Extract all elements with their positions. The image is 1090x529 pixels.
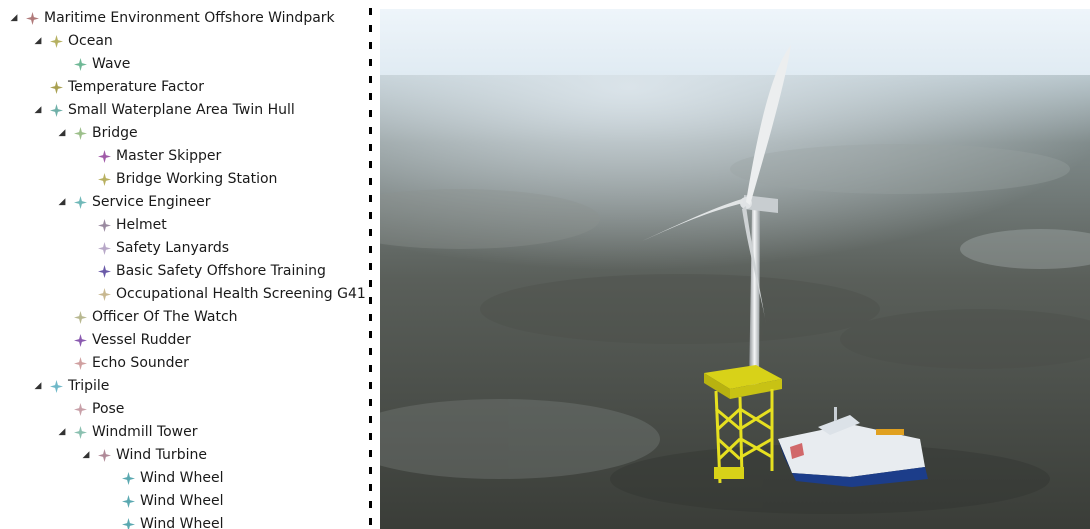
- tree-item-label: Small Waterplane Area Twin Hull: [68, 102, 295, 118]
- node-type-icon: [98, 219, 111, 232]
- collapse-toggle-icon[interactable]: ◢: [56, 191, 68, 214]
- node-type-icon: [98, 242, 111, 255]
- tree-item-label: Wind Turbine: [116, 447, 207, 463]
- collapse-toggle-icon[interactable]: ◢: [32, 375, 44, 398]
- tree-item-label: Wind Wheel: [140, 493, 224, 509]
- node-type-icon: [74, 127, 87, 140]
- scene-view: [380, 9, 1090, 529]
- tree-item-windmill-tower[interactable]: ◢ Windmill Tower: [0, 421, 370, 444]
- tree-item-wind-wheel[interactable]: Wind Wheel: [0, 467, 370, 490]
- tree-item-helmet[interactable]: Helmet: [0, 214, 370, 237]
- tree-item-tripile[interactable]: ◢ Tripile: [0, 375, 370, 398]
- tree-item-label: Pose: [92, 401, 125, 417]
- tree-item-echo-sounder[interactable]: Echo Sounder: [0, 352, 370, 375]
- 3d-viewport[interactable]: [380, 9, 1090, 529]
- node-type-icon: [74, 58, 87, 71]
- node-type-icon: [50, 81, 63, 94]
- node-type-icon: [74, 334, 87, 347]
- collapse-toggle-icon[interactable]: ◢: [56, 122, 68, 145]
- collapse-toggle-icon[interactable]: ◢: [80, 444, 92, 467]
- tree-item-maritime-environment-offshore-windpark[interactable]: ◢ Maritime Environment Offshore Windpark: [0, 7, 370, 30]
- tree-item-temperature-factor[interactable]: Temperature Factor: [0, 76, 370, 99]
- node-type-icon: [98, 173, 111, 186]
- node-type-icon: [98, 288, 111, 301]
- tree-item-bridge-working-station[interactable]: Bridge Working Station: [0, 168, 370, 191]
- tree-item-occupational-health-screening-g41[interactable]: Occupational Health Screening G41: [0, 283, 370, 306]
- tree-item-label: Vessel Rudder: [92, 332, 191, 348]
- tree-item-safety-lanyards[interactable]: Safety Lanyards: [0, 237, 370, 260]
- collapse-toggle-icon[interactable]: ◢: [32, 99, 44, 122]
- tree-item-officer-of-the-watch[interactable]: Officer Of The Watch: [0, 306, 370, 329]
- node-type-icon: [50, 380, 63, 393]
- tree-item-wind-turbine[interactable]: ◢ Wind Turbine: [0, 444, 370, 467]
- tree-item-label: Bridge Working Station: [116, 171, 278, 187]
- node-type-icon: [50, 104, 63, 117]
- node-type-icon: [98, 150, 111, 163]
- sky: [380, 9, 1090, 79]
- tree-item-small-waterplane-area-twin-hull[interactable]: ◢ Small Waterplane Area Twin Hull: [0, 99, 370, 122]
- tree-item-label: Ocean: [68, 33, 113, 49]
- node-type-icon: [74, 311, 87, 324]
- node-type-icon: [122, 495, 135, 508]
- collapse-toggle-icon[interactable]: ◢: [8, 7, 20, 30]
- tree-item-label: Safety Lanyards: [116, 240, 230, 256]
- collapse-toggle-icon[interactable]: ◢: [56, 421, 68, 444]
- tree-item-label: Bridge: [92, 125, 138, 141]
- tree-item-ocean[interactable]: ◢ Ocean: [0, 30, 370, 53]
- tree-item-vessel-rudder[interactable]: Vessel Rudder: [0, 329, 370, 352]
- node-type-icon: [74, 196, 87, 209]
- tree-item-label: Basic Safety Offshore Training: [116, 263, 326, 279]
- node-type-icon: [122, 518, 135, 529]
- tree-item-label: Windmill Tower: [92, 424, 198, 440]
- tree-item-label: Echo Sounder: [92, 355, 189, 371]
- collapse-toggle-icon[interactable]: ◢: [32, 30, 44, 53]
- tree-item-label: Helmet: [116, 217, 167, 233]
- tree-item-label: Temperature Factor: [68, 79, 204, 95]
- tree-item-basic-safety-offshore-training[interactable]: Basic Safety Offshore Training: [0, 260, 370, 283]
- tree-item-wind-wheel[interactable]: Wind Wheel: [0, 513, 370, 529]
- node-type-icon: [74, 426, 87, 439]
- tree-item-wind-wheel[interactable]: Wind Wheel: [0, 490, 370, 513]
- tree-item-label: Tripile: [68, 378, 110, 394]
- tree-item-label: Wind Wheel: [140, 470, 224, 486]
- node-type-icon: [50, 35, 63, 48]
- scene-tree-panel: ◢ Maritime Environment Offshore Windpark ◢…: [0, 0, 370, 529]
- tree-item-service-engineer[interactable]: ◢ Service Engineer: [0, 191, 370, 214]
- node-type-icon: [74, 403, 87, 416]
- node-type-icon: [122, 472, 135, 485]
- node-type-icon: [98, 449, 111, 462]
- tree-item-label: Maritime Environment Offshore Windpark: [44, 10, 335, 26]
- tree-item-wave[interactable]: Wave: [0, 53, 370, 76]
- tree-item-label: Occupational Health Screening G41: [116, 286, 366, 302]
- tree-item-pose[interactable]: Pose: [0, 398, 370, 421]
- node-type-icon: [74, 357, 87, 370]
- tree-item-label: Wave: [92, 56, 131, 72]
- tree-item-bridge[interactable]: ◢ Bridge: [0, 122, 370, 145]
- tree-item-label: Officer Of The Watch: [92, 309, 238, 325]
- tree-item-master-skipper[interactable]: Master Skipper: [0, 145, 370, 168]
- node-type-icon: [26, 12, 39, 25]
- tree-item-label: Service Engineer: [92, 194, 211, 210]
- node-type-icon: [98, 265, 111, 278]
- panel-splitter[interactable]: [369, 8, 372, 529]
- tree-item-label: Wind Wheel: [140, 516, 224, 529]
- tree-item-label: Master Skipper: [116, 148, 222, 164]
